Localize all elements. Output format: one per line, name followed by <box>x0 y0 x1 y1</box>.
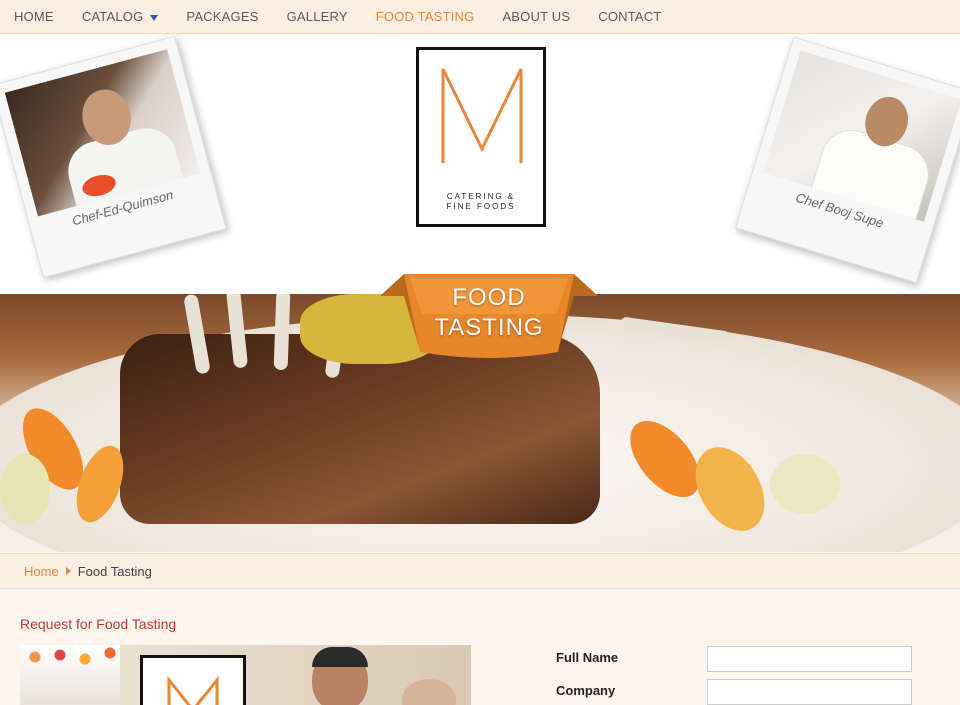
breadcrumb: Home Food Tasting <box>0 553 960 589</box>
page-title-ribbon: FOOD TASTING <box>380 274 598 362</box>
logo-text-line2: FINE FOODS <box>446 202 516 211</box>
nav-home[interactable]: HOME <box>0 0 68 34</box>
logo[interactable]: CATERING & FINE FOODS <box>416 47 546 227</box>
breadcrumb-current: Food Tasting <box>77 563 152 579</box>
second-face-image <box>402 679 456 705</box>
mini-logo <box>140 655 246 705</box>
breadcrumb-arrow-icon <box>65 567 71 575</box>
company-input[interactable] <box>707 679 912 705</box>
top-nav: HOME CATALOG PACKAGES GALLERY FOOD TASTI… <box>0 0 960 34</box>
chevron-down-icon <box>150 14 159 21</box>
chef-right-polaroid: Chef Booj Supe <box>734 36 960 284</box>
chef-left-polaroid: Chef-Ed-Quimson <box>0 35 227 279</box>
nav-food-tasting[interactable]: FOOD TASTING <box>362 0 489 34</box>
full-name-label: Full Name <box>556 650 619 665</box>
ribbon-line2: TASTING <box>434 314 544 341</box>
logo-text-line1: CATERING & <box>446 192 516 201</box>
nav-catalog-label: CATALOG <box>81 9 144 24</box>
section-title: Request for Food Tasting <box>20 616 177 632</box>
nav-about-us-label: ABOUT US <box>502 9 571 24</box>
mini-logo-m-mark <box>167 676 219 705</box>
breadcrumb-home[interactable]: Home <box>24 564 59 579</box>
nav-packages[interactable]: PACKAGES <box>172 0 272 34</box>
nav-contact-label: CONTACT <box>598 9 662 24</box>
ribbon-line1: FOOD <box>452 284 526 311</box>
nav-home-label: HOME <box>14 9 54 24</box>
nav-gallery[interactable]: GALLERY <box>273 0 362 34</box>
food-tasting-banner-image <box>20 645 471 705</box>
nav-gallery-label: GALLERY <box>286 9 348 24</box>
nav-food-tasting-label: FOOD TASTING <box>375 9 475 24</box>
nav-contact[interactable]: CONTACT <box>584 0 675 34</box>
company-label: Company <box>556 683 616 698</box>
logo-m-mark <box>441 68 523 163</box>
nav-packages-label: PACKAGES <box>186 9 259 24</box>
nav-about-us[interactable]: ABOUT US <box>488 0 584 34</box>
cupcakes-image <box>20 645 120 705</box>
site-header: Chef-Ed-Quimson CATERING & FINE FOODS Ch… <box>0 35 960 295</box>
main-content: Request for Food Tasting Full Name Compa… <box>0 590 960 705</box>
nav-catalog[interactable]: CATALOG <box>68 0 173 34</box>
full-name-input[interactable] <box>707 646 912 672</box>
